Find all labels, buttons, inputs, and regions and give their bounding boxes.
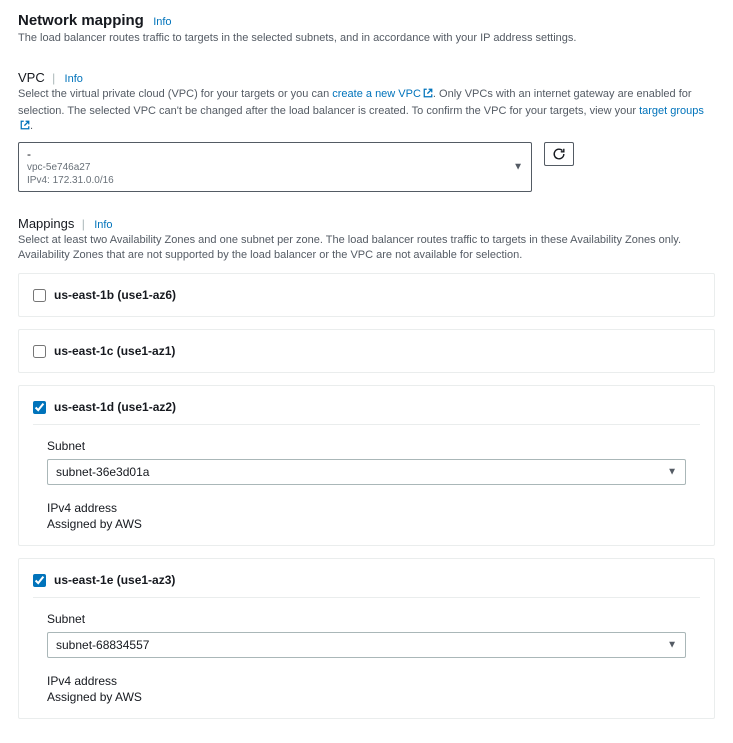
vpc-selected-id: vpc-5e746a27: [27, 161, 523, 174]
create-vpc-link[interactable]: create a new VPC: [332, 88, 421, 100]
az-detail: Subnet subnet-68834557 ▼ IPv4 address As…: [33, 597, 700, 704]
section-subtext: The load balancer routes traffic to targ…: [18, 31, 715, 46]
ipv4-label: IPv4 address: [47, 674, 686, 688]
refresh-icon: [552, 147, 566, 161]
az-detail: Subnet subnet-36e3d01a ▼ IPv4 address As…: [33, 424, 700, 531]
external-link-icon: [20, 120, 30, 135]
section-title: Network mapping: [18, 12, 144, 29]
chevron-down-icon: ▼: [513, 161, 523, 172]
subnet-select[interactable]: subnet-68834557 ▼: [47, 632, 686, 658]
ipv4-label: IPv4 address: [47, 501, 686, 515]
mappings-helptext: Select at least two Availability Zones a…: [18, 233, 715, 264]
info-link-mappings[interactable]: Info: [94, 219, 112, 231]
az-list: us-east-1b (use1-az6) us-east-1c (use1-a…: [18, 273, 715, 719]
network-mapping-header: Network mapping Info The load balancer r…: [18, 12, 715, 46]
ipv4-value: Assigned by AWS: [47, 517, 686, 531]
vpc-helptext: Select the virtual private cloud (VPC) f…: [18, 87, 715, 135]
subnet-label: Subnet: [47, 612, 686, 626]
vpc-selected-dash: -: [27, 147, 523, 161]
vpc-label: VPC: [18, 70, 45, 85]
az-checkbox[interactable]: [33, 401, 46, 414]
chevron-down-icon: ▼: [667, 467, 677, 478]
az-card: us-east-1e (use1-az3) Subnet subnet-6883…: [18, 558, 715, 719]
subnet-value: subnet-68834557: [56, 638, 149, 652]
vpc-select[interactable]: - vpc-5e746a27 IPv4: 172.31.0.0/16 ▼: [18, 142, 532, 192]
az-card: us-east-1d (use1-az2) Subnet subnet-36e3…: [18, 385, 715, 546]
mappings-section: Mappings | Info Select at least two Avai…: [18, 216, 715, 720]
az-name: us-east-1c (use1-az1): [54, 344, 175, 358]
az-checkbox[interactable]: [33, 345, 46, 358]
az-card: us-east-1c (use1-az1): [18, 329, 715, 373]
info-link-vpc[interactable]: Info: [65, 73, 83, 85]
az-name: us-east-1e (use1-az3): [54, 573, 175, 587]
az-checkbox[interactable]: [33, 574, 46, 587]
az-name: us-east-1b (use1-az6): [54, 288, 176, 302]
info-link-header[interactable]: Info: [153, 16, 171, 28]
refresh-button[interactable]: [544, 142, 574, 166]
ipv4-value: Assigned by AWS: [47, 690, 686, 704]
target-groups-link[interactable]: target groups: [639, 105, 704, 117]
az-card: us-east-1b (use1-az6): [18, 273, 715, 317]
mappings-label: Mappings: [18, 216, 74, 231]
subnet-select[interactable]: subnet-36e3d01a ▼: [47, 459, 686, 485]
chevron-down-icon: ▼: [667, 640, 677, 651]
vpc-section: VPC | Info Select the virtual private cl…: [18, 70, 715, 191]
az-name: us-east-1d (use1-az2): [54, 400, 176, 414]
external-link-icon: [423, 88, 433, 103]
az-checkbox[interactable]: [33, 289, 46, 302]
subnet-label: Subnet: [47, 439, 686, 453]
vpc-selected-cidr: IPv4: 172.31.0.0/16: [27, 174, 523, 187]
subnet-value: subnet-36e3d01a: [56, 465, 149, 479]
